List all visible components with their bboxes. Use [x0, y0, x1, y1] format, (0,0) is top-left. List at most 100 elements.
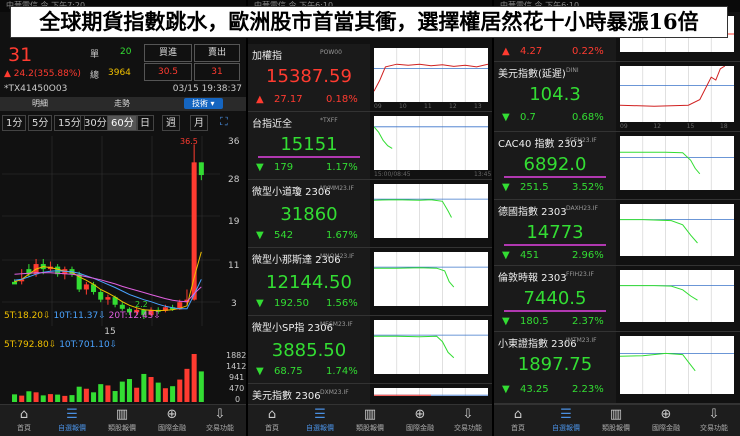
vol-tick-470: 470: [229, 384, 245, 393]
volume-bar: [126, 379, 132, 402]
home-icon: ⌂: [513, 407, 523, 422]
buy-price-box[interactable]: 30.5: [144, 63, 192, 81]
interval-day[interactable]: 日: [136, 115, 154, 131]
volume-chart[interactable]: [2, 350, 220, 402]
tab-detail[interactable]: 明細: [32, 98, 48, 109]
quote-row[interactable]: 德國指數 2303 DAXH23.IF 14773 ▼ 451 2.96%: [494, 200, 740, 266]
quote-row[interactable]: 微型小道瓊 2306 MYMM23.IF 31860 ▼ 542 1.67%: [248, 180, 492, 248]
expand-icon[interactable]: ⛶: [220, 115, 228, 129]
vol10-value: 10T:701.10⇩: [59, 340, 118, 350]
mini-chart[interactable]: [620, 66, 734, 122]
nav-trade[interactable]: ⇩ 交易功能: [448, 407, 488, 433]
tab-technical[interactable]: 技術 ▾: [184, 98, 223, 109]
nav-home[interactable]: ⌂ 首頁: [498, 407, 538, 433]
nav-trade[interactable]: ⇩ 交易功能: [200, 407, 240, 433]
candlestick-chart[interactable]: [2, 136, 220, 326]
interval-1min[interactable]: 1分: [2, 115, 27, 131]
mini-chart[interactable]: [620, 336, 734, 394]
down-arrow-icon: ▼: [502, 316, 510, 327]
volume-bar: [148, 377, 154, 402]
nav-sector-label: 類股報價: [108, 424, 136, 432]
nav-international[interactable]: ⊕ 國際金融: [646, 407, 686, 433]
mini-chart[interactable]: [620, 136, 734, 190]
nav-home-label: 首頁: [265, 424, 279, 432]
bar-chart-icon: ▥: [115, 407, 129, 422]
globe-icon: ⊕: [166, 407, 178, 422]
x-tick: 13:45: [474, 171, 492, 178]
volume-bar: [177, 379, 183, 402]
mini-chart[interactable]: [374, 184, 488, 238]
up-arrow-icon: ▲: [256, 94, 264, 105]
quote-row[interactable]: 台指近全 *TXFF 15151 ▼ 179 1.17% 15:00/08:45 13:45: [248, 112, 492, 180]
nav-watchlist[interactable]: ☰ 自選報價: [300, 407, 340, 433]
total-volume: 3964: [108, 68, 131, 78]
mini-chart[interactable]: [374, 116, 488, 170]
quote-row[interactable]: 加權指 POW00 15387.59 ▲ 27.17 0.18% 09 10 11 12 13: [248, 44, 492, 112]
quote-percent: 2.23%: [572, 384, 604, 395]
volume-bar: [12, 394, 18, 402]
nav-watchlist[interactable]: ☰ 自選報價: [546, 407, 586, 433]
quote-percent: 1.74%: [326, 366, 358, 377]
x-tick: 12: [449, 103, 457, 110]
buy-price: 30.5: [157, 67, 179, 77]
quote-price: 12144.50: [266, 272, 352, 293]
nav-international-label: 國際金融: [652, 424, 680, 432]
quote-name: 台指近全: [252, 119, 292, 130]
quote-percent: 1.67%: [326, 230, 358, 241]
mini-chart[interactable]: [374, 252, 488, 306]
quote-row[interactable]: 美元指數(延遲) DINI 104.3 ▼ 0.7 0.68% 09 12 15 18: [494, 62, 740, 132]
symbol-code: *TX41450O03: [4, 84, 68, 94]
quote-row[interactable]: 小東證指數 2306 JMTM23.IF 1897.75 ▼ 43.25 2.23%: [494, 332, 740, 404]
price-line: [620, 219, 698, 244]
sell-price-box[interactable]: 31: [194, 63, 240, 81]
quote-name: 倫敦時報 2303: [498, 273, 567, 284]
quote-name: 小東證指數 2306: [498, 339, 577, 350]
nav-sector[interactable]: ▥ 類股報價: [596, 407, 636, 433]
mini-chart[interactable]: [374, 320, 488, 374]
mini-chart[interactable]: [374, 388, 488, 396]
mini-chart[interactable]: [620, 204, 734, 256]
nav-home[interactable]: ⌂ 首頁: [4, 407, 44, 433]
quote-price: 7440.5: [523, 288, 587, 309]
quote-row[interactable]: 倫敦時報 2303 FFIH23.IF 7440.5 ▼ 180.5 2.37%: [494, 266, 740, 332]
quote-code: DXM23.IF: [320, 389, 349, 396]
mini-chart[interactable]: [374, 48, 488, 102]
nav-international[interactable]: ⊕ 國際金融: [400, 407, 440, 433]
tab-trend[interactable]: 走勢: [114, 98, 130, 109]
nav-watchlist[interactable]: ☰ 自選報價: [52, 407, 92, 433]
interval-month[interactable]: 月: [190, 115, 208, 131]
quote-row[interactable]: 微型小SP指 2306 MESM23.IF 3885.50 ▼ 68.75 1.74%: [248, 316, 492, 384]
volume-bar: [69, 395, 75, 402]
candle-body: [119, 304, 125, 309]
low-label: 2.2: [135, 300, 148, 309]
volume-bar: [26, 391, 32, 402]
nav-international[interactable]: ⊕ 國際金融: [152, 407, 192, 433]
quote-row[interactable]: 微型小那斯達 2306 MNQM23.IF 12144.50 ▼ 192.50 1.56%: [248, 248, 492, 316]
quote-name: 德國指數 2303: [498, 207, 567, 218]
quote-row[interactable]: 美元指數 2306 DXM23.IF: [248, 384, 492, 406]
y-tick-28: 28: [228, 175, 240, 185]
interval-5min[interactable]: 5分: [28, 115, 53, 131]
mini-chart[interactable]: [620, 270, 734, 322]
ma-legend: 5T:18.20⇩ 10T:11.37⇩ 20T:12.45⇩: [4, 311, 161, 321]
nav-sector[interactable]: ▥ 類股報價: [350, 407, 390, 433]
up-arrow-icon: ▲: [502, 46, 510, 57]
y-tick-36: 36: [228, 137, 240, 147]
nav-home[interactable]: ⌂ 首頁: [252, 407, 292, 433]
interval-week[interactable]: 週: [162, 115, 180, 131]
x-tick: 12: [653, 123, 661, 130]
nav-sector[interactable]: ▥ 類股報價: [102, 407, 142, 433]
buy-label-box: 買進: [144, 44, 192, 62]
quote-price: 14773: [526, 222, 584, 243]
volume-bar: [62, 395, 68, 402]
nav-trade[interactable]: ⇩ 交易功能: [694, 407, 734, 433]
x-tick: 15:00/08:45: [374, 171, 411, 178]
candle-body: [105, 297, 111, 300]
down-arrow-icon: ▼: [502, 250, 510, 261]
volume-bar: [112, 391, 118, 402]
interval-60min[interactable]: 60分: [107, 115, 138, 131]
quote-row[interactable]: CAC40 指數 2303 FCEH23.IF 6892.0 ▼ 251.5 3.52%: [494, 132, 740, 200]
quote-price: 104.3: [529, 84, 581, 105]
volume-bar: [191, 354, 197, 402]
quote-percent: 2.37%: [572, 316, 604, 327]
